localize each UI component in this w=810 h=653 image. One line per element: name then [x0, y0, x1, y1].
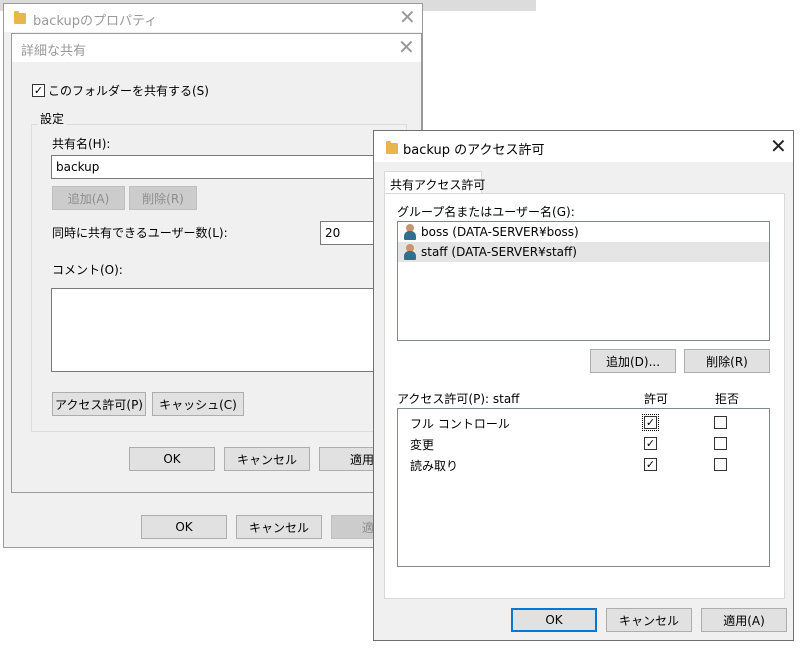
share-name-label: 共有名(H): [52, 137, 111, 151]
remove-user-button[interactable]: 削除(R) [684, 349, 770, 373]
remove-button[interactable]: 削除(R) [129, 186, 197, 210]
caching-button[interactable]: キャッシュ(C) [152, 392, 244, 416]
permissions-ok-button[interactable]: OK [511, 608, 597, 632]
permission-name: フル コントロール [410, 417, 510, 431]
permissions-cancel-button[interactable]: キャンセル [606, 608, 692, 632]
folder-icon [386, 141, 398, 154]
folder-icon [14, 11, 26, 24]
advanced-sharing-title: 詳細な共有 [21, 44, 87, 59]
permissions-apply-button[interactable]: 適用(A) [701, 608, 787, 632]
properties-titlebar: backupのプロパティ ✕ [4, 4, 422, 32]
sharing-cancel-button[interactable]: キャンセル [224, 447, 310, 471]
deny-header: 拒否 [715, 392, 740, 406]
allow-checkbox[interactable]: ✓ [644, 437, 657, 450]
tab-share-permissions[interactable]: 共有アクセス許可 [384, 171, 485, 194]
permissions-button[interactable]: アクセス許可(P) [52, 392, 146, 416]
list-item[interactable]: staff (DATA-SERVER¥staff) [398, 242, 769, 262]
deny-checkbox[interactable] [714, 437, 727, 450]
tab-panel: グループ名またはユーザー名(G): boss (DATA-SERVER¥boss… [384, 193, 785, 599]
add-button[interactable]: 追加(A) [52, 186, 125, 210]
deny-checkbox[interactable] [714, 416, 727, 429]
properties-window-title: backupのプロパティ [33, 14, 158, 29]
list-item[interactable]: boss (DATA-SERVER¥boss) [398, 222, 769, 242]
user-icon [403, 224, 417, 240]
properties-cancel-button[interactable]: キャンセル [236, 515, 322, 539]
permission-name: 読み取り [410, 459, 459, 473]
group-user-label: グループ名またはユーザー名(G): [397, 205, 575, 219]
close-icon[interactable]: ✕ [399, 7, 416, 27]
add-user-button[interactable]: 追加(D)... [590, 349, 676, 373]
user-list[interactable]: boss (DATA-SERVER¥boss) staff (DATA-SERV… [397, 221, 770, 341]
settings-group-label: 設定 [38, 110, 67, 127]
allow-checkbox[interactable]: ✓ [642, 414, 659, 431]
sharing-ok-button[interactable]: OK [129, 447, 215, 471]
permissions-dialog-title: backup のアクセス許可 [403, 143, 545, 158]
advanced-sharing-titlebar: 詳細な共有 ✕ [12, 34, 421, 62]
comment-label: コメント(O): [52, 263, 123, 277]
close-icon[interactable]: ✕ [770, 136, 787, 156]
user-limit-spinner[interactable]: 20 [320, 221, 380, 245]
allow-checkbox[interactable]: ✓ [644, 458, 657, 471]
permissions-titlebar: backup のアクセス許可 ✕ [374, 131, 793, 162]
permissions-list: フル コントロール ✓ 変更 ✓ 読み取り ✓ [397, 408, 770, 567]
share-folder-label: このフォルダーを共有する(S) [48, 84, 209, 98]
comment-textarea[interactable] [51, 288, 391, 372]
permissions-dialog: backup のアクセス許可 ✕ 共有アクセス許可 グループ名またはユーザー名(… [373, 130, 794, 641]
share-name-input[interactable]: backup [51, 155, 391, 179]
allow-header: 許可 [644, 392, 669, 406]
permission-name: 変更 [410, 438, 435, 452]
close-icon[interactable]: ✕ [398, 37, 415, 57]
permissions-for-label: アクセス許可(P): staff [397, 392, 520, 406]
user-icon [403, 244, 417, 260]
properties-ok-button[interactable]: OK [141, 515, 227, 539]
user-limit-label: 同時に共有できるユーザー数(L): [52, 226, 228, 240]
advanced-sharing-dialog: 詳細な共有 ✕ ✓ このフォルダーを共有する(S) 設定 共有名(H): bac… [11, 33, 422, 493]
share-folder-checkbox[interactable]: ✓ [32, 84, 45, 97]
deny-checkbox[interactable] [714, 458, 727, 471]
